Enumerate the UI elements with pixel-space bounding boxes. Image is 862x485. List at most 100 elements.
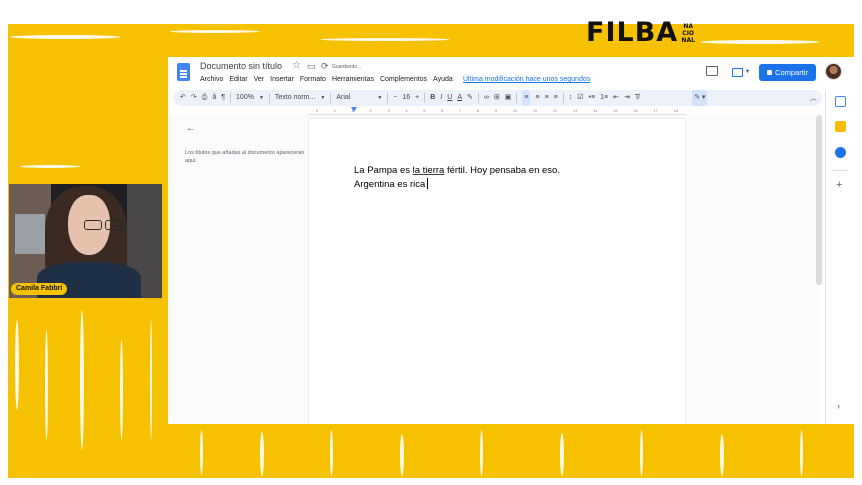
brush-streak [200, 430, 203, 475]
menu-editar[interactable]: Editar [229, 76, 247, 83]
horizontal-ruler[interactable]: 2 1 1 2 3 4 5 6 7 8 9 10 11 12 13 14 15 … [308, 107, 686, 115]
collapse-toolbar-icon[interactable]: ︿ [810, 93, 817, 103]
misspelled-word[interactable]: la tierra [413, 165, 445, 176]
avatar[interactable] [825, 63, 842, 80]
font-size-increase[interactable]: + [415, 90, 419, 106]
chevron-down-icon: ▼ [377, 95, 383, 101]
image-icon[interactable]: ▣ [505, 90, 512, 106]
toolbar: ↶ ↷ ⎙ ǎ ¶ 100% ▼ Texto norm... ▼ Arial ▼… [174, 90, 822, 106]
document-page[interactable]: La Pampa es la tierra fértil. Hoy pensab… [309, 119, 685, 424]
document-title[interactable]: Documento sin título [200, 61, 282, 71]
present-button[interactable]: ▼ [729, 64, 753, 80]
text-run: La Pampa es [354, 165, 413, 176]
text-run: fértil. Hoy pensaba en eso. [444, 165, 560, 176]
document-canvas: ← Los títulos que añadas al documento ap… [172, 115, 820, 424]
expand-icon[interactable]: › [837, 401, 840, 411]
outline-hint: Los títulos que añadas al documento apar… [185, 150, 305, 164]
share-button[interactable]: Compartir [759, 64, 816, 81]
last-edit-link[interactable]: Última modificación hace unos segundos [463, 76, 590, 83]
ruler-tick: 1 [333, 108, 336, 113]
underline-button[interactable]: U [447, 90, 452, 106]
undo-icon[interactable]: ↶ [180, 90, 186, 106]
ruler-tick: 9 [494, 108, 498, 113]
scrollbar[interactable] [816, 115, 822, 285]
chevron-down-icon: ▼ [320, 95, 326, 101]
brush-streak [700, 40, 820, 44]
brush-streak [480, 430, 483, 476]
ruler-tick: 14 [593, 108, 598, 113]
clear-format-icon[interactable]: T̸ [635, 90, 639, 106]
highlight-icon[interactable]: ✎ [467, 90, 473, 106]
brush-streak [20, 165, 80, 168]
spellcheck-icon[interactable]: ǎ [212, 90, 216, 106]
ruler-tick: 2 [369, 108, 372, 113]
menu-formato[interactable]: Formato [300, 76, 326, 83]
toolbar-divider [230, 93, 232, 103]
font-select[interactable]: Arial [336, 90, 372, 106]
glasses [84, 220, 127, 230]
zoom-select[interactable]: 100% [236, 90, 254, 106]
print-icon[interactable]: ⎙ [202, 90, 208, 106]
align-center-icon[interactable]: ≡ [535, 90, 539, 106]
webcam-feed [8, 183, 163, 299]
menu-complementos[interactable]: Complementos [380, 76, 427, 83]
brush-streak [80, 310, 84, 450]
brush-streak [330, 430, 333, 476]
star-icon[interactable]: ☆ [292, 60, 301, 71]
back-arrow-icon[interactable]: ← [186, 123, 196, 134]
align-left-icon[interactable]: ≡ [522, 90, 531, 106]
indent-increase-icon[interactable]: ⇥ [624, 90, 630, 106]
bulleted-list-icon[interactable]: •≡ [589, 90, 596, 106]
italic-button[interactable]: I [440, 90, 442, 106]
edit-mode-icon[interactable]: ✎ ▾ [692, 90, 708, 106]
webcam-window [15, 214, 45, 254]
lock-icon [767, 70, 773, 75]
document-line[interactable]: La Pampa es la tierra fértil. Hoy pensab… [354, 165, 560, 176]
font-size-decrease[interactable]: − [393, 90, 397, 106]
side-panel: + › [825, 90, 854, 424]
brush-streak [260, 432, 264, 476]
menu-insertar[interactable]: Insertar [270, 76, 294, 83]
checklist-icon[interactable]: ☑ [577, 90, 583, 106]
top-margin [0, 0, 862, 24]
menu-archivo[interactable]: Archivo [200, 76, 223, 83]
paint-format-icon[interactable]: ¶ [221, 90, 225, 106]
brush-streak [10, 35, 120, 39]
calendar-icon[interactable] [835, 96, 846, 107]
brush-streak [800, 430, 803, 476]
ruler-tick: 8 [476, 108, 480, 113]
ruler-tick: 17 [653, 108, 658, 113]
menu-ayuda[interactable]: Ayuda [433, 76, 453, 83]
ruler-tick: 12 [552, 108, 558, 113]
menu-ver[interactable]: Ver [254, 76, 265, 83]
add-icon[interactable]: + [836, 179, 842, 191]
comment-icon[interactable] [706, 66, 718, 76]
toolbar-divider [516, 93, 518, 103]
ruler-tick: 6 [441, 108, 444, 113]
keep-icon[interactable] [835, 121, 846, 132]
google-docs-window: Documento sin título ☆ ▭ ⟳ Guardando... … [168, 57, 854, 424]
ruler-tick: 4 [405, 108, 408, 113]
chevron-down-icon: ▼ [258, 95, 264, 101]
comment-add-icon[interactable]: ⊞ [494, 90, 500, 106]
line-spacing-icon[interactable]: ↕ [569, 90, 573, 106]
align-right-icon[interactable]: ≡ [545, 90, 549, 106]
menu-herramientas[interactable]: Herramientas [332, 76, 374, 83]
numbered-list-icon[interactable]: 1≡ [600, 90, 608, 106]
justify-icon[interactable]: ≡ [554, 90, 558, 106]
ruler-tick: 11 [532, 108, 538, 113]
link-icon[interactable]: ∞ [484, 90, 489, 106]
redo-icon[interactable]: ↷ [191, 90, 197, 106]
text-color-button[interactable]: A [457, 90, 462, 106]
bold-button[interactable]: B [430, 90, 435, 106]
toolbar-divider [330, 93, 332, 103]
style-select[interactable]: Texto norm... [275, 90, 315, 106]
tasks-icon[interactable] [835, 147, 846, 158]
docs-icon[interactable] [177, 63, 190, 81]
ruler-tick: 2 [315, 108, 319, 113]
speaker-name-tag: Camila Fabbri [11, 283, 68, 295]
document-line[interactable]: Argentina es rica [354, 178, 429, 190]
indent-decrease-icon[interactable]: ⇤ [613, 90, 619, 106]
folder-icon[interactable]: ▭ [307, 61, 316, 72]
font-size-field[interactable]: 16 [402, 90, 410, 106]
